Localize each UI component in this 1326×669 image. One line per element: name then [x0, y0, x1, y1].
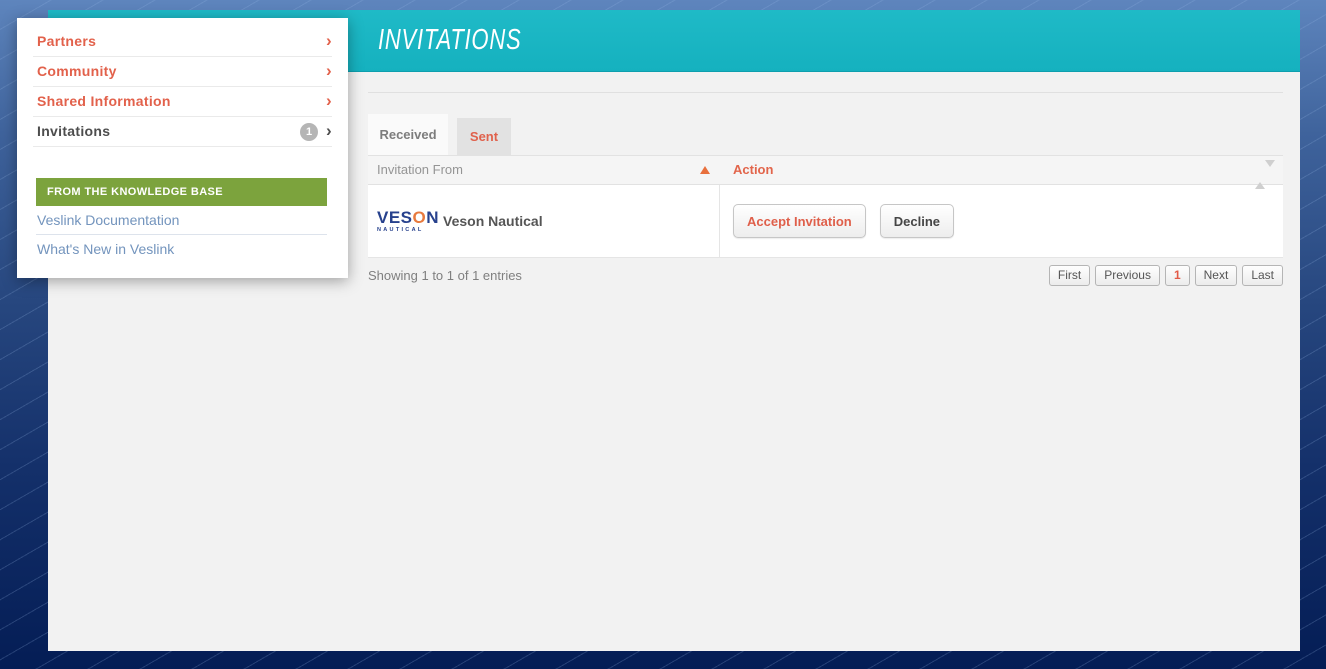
menu-item-label: Community	[37, 63, 117, 79]
menu-list: Partners › Community › Shared Informatio…	[17, 18, 348, 147]
chevron-right-icon: ›	[326, 27, 332, 55]
pagination-last-button[interactable]: Last	[1242, 265, 1283, 286]
chevron-right-icon: ›	[326, 117, 332, 145]
link-whats-new-in-veslink[interactable]: What's New in Veslink	[36, 235, 327, 264]
menu-item-shared-information[interactable]: Shared Information ›	[33, 87, 332, 117]
sort-both-icon	[1255, 161, 1275, 189]
veson-nautical-logo: VESON NAUTICAL	[377, 209, 435, 233]
pagination-page-1-button[interactable]: 1	[1165, 265, 1190, 286]
menu-item-partners[interactable]: Partners ›	[33, 27, 332, 57]
table-header-row: Invitation From Action	[368, 155, 1283, 185]
tab-received[interactable]: Received	[368, 114, 448, 155]
content-divider	[368, 92, 1283, 93]
menu-item-community[interactable]: Community ›	[33, 57, 332, 87]
column-header-action[interactable]: Action	[720, 156, 1283, 184]
link-veslink-documentation[interactable]: Veslink Documentation	[36, 206, 327, 235]
pagination-previous-button[interactable]: Previous	[1095, 265, 1160, 286]
menu-item-label: Partners	[37, 33, 96, 49]
pagination: First Previous 1 Next Last	[1049, 265, 1283, 286]
tab-sent[interactable]: Sent	[457, 118, 511, 155]
column-header-invitation-from[interactable]: Invitation From	[368, 156, 720, 184]
accept-invitation-button[interactable]: Accept Invitation	[733, 204, 866, 238]
action-cell: Accept Invitation Decline	[720, 185, 1283, 257]
table-row: VESON NAUTICAL Veson Nautical Accept Inv…	[368, 185, 1283, 258]
knowledge-base-header: FROM THE KNOWLEDGE BASE	[36, 178, 327, 206]
content-area: ReceivedSent Invitation From Action	[368, 72, 1283, 651]
pagination-next-button[interactable]: Next	[1195, 265, 1238, 286]
column-header-label: Invitation From	[377, 162, 463, 177]
menu-item-label: Invitations	[37, 123, 110, 139]
chevron-right-icon: ›	[326, 87, 332, 115]
pagination-first-button[interactable]: First	[1049, 265, 1090, 286]
invitations-count-badge: 1	[300, 123, 318, 141]
page-title: INVITATIONS	[378, 24, 521, 57]
sort-ascending-icon	[700, 166, 710, 174]
showing-entries-text: Showing 1 to 1 of 1 entries	[368, 268, 522, 283]
column-header-label: Action	[733, 162, 773, 177]
decline-button[interactable]: Decline	[880, 204, 954, 238]
tab-bar: ReceivedSent	[368, 114, 511, 155]
menu-item-label: Shared Information	[37, 93, 171, 109]
chevron-right-icon: ›	[326, 57, 332, 85]
invitations-table: Invitation From Action VESON N	[368, 155, 1283, 258]
partner-name: Veson Nautical	[443, 213, 543, 229]
navigation-menu-panel: Partners › Community › Shared Informatio…	[17, 18, 348, 278]
menu-item-invitations[interactable]: Invitations 1 ›	[33, 117, 332, 147]
invitation-from-cell: VESON NAUTICAL Veson Nautical	[368, 185, 720, 257]
